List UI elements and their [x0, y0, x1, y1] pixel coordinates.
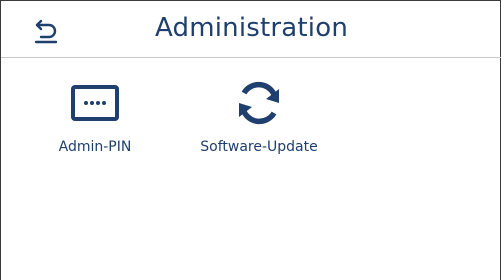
software-update-label: Software-Update [200, 139, 318, 155]
admin-pin-icon-wrap [70, 73, 120, 133]
software-update-icon-wrap [233, 73, 285, 133]
page-title: Administration [154, 13, 349, 43]
pin-keypad-icon [71, 85, 119, 121]
screen-frame: Administration Admin-PIN Software-Update [0, 0, 501, 280]
refresh-icon [239, 81, 279, 125]
admin-pin-tile[interactable]: Admin-PIN [49, 73, 141, 155]
software-update-tile[interactable]: Software-Update [189, 73, 329, 155]
header-bar: Administration [1, 1, 501, 58]
admin-pin-label: Admin-PIN [58, 139, 132, 155]
